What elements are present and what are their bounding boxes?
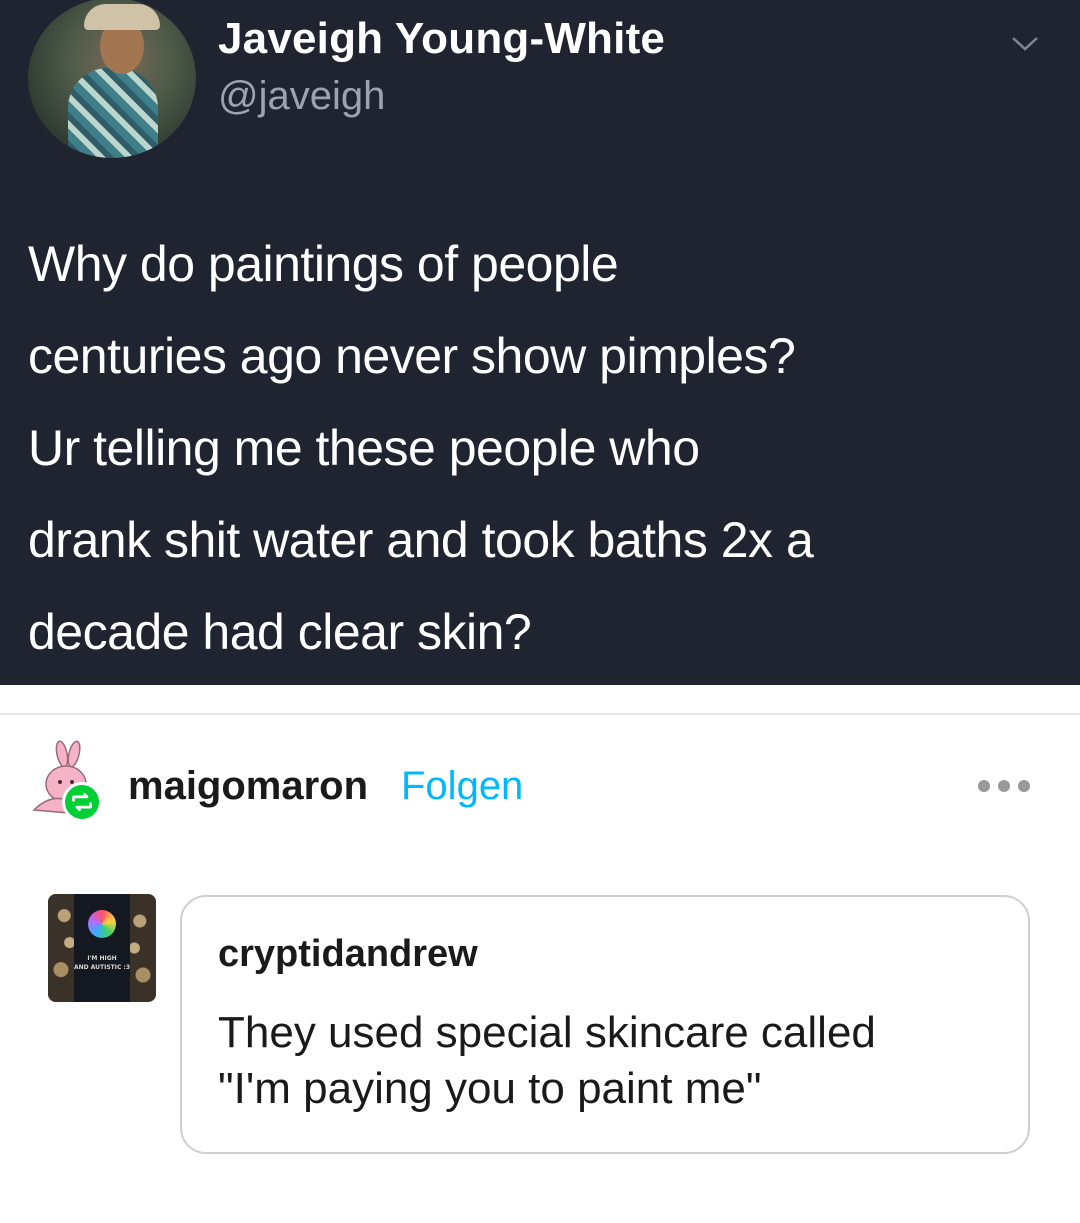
commenter-avatar[interactable]: I'M HIGH AND AUTISTIC :3 bbox=[48, 894, 156, 1002]
comment-text-line: They used special skincare called bbox=[218, 1008, 876, 1057]
chevron-down-icon bbox=[1012, 37, 1038, 51]
avatar-caption: I'M HIGH AND AUTISTIC :3 bbox=[72, 954, 132, 972]
avatar-caption-line: I'M HIGH bbox=[87, 955, 117, 962]
tweet-author-name: Javeigh Young-White bbox=[218, 14, 666, 63]
tweet-text: Why do paintings of people centuries ago… bbox=[28, 218, 1058, 678]
comment-text-line: "I'm paying you to paint me" bbox=[218, 1064, 762, 1113]
reblogger-username[interactable]: maigomaron bbox=[128, 764, 368, 809]
tweet-text-line: drank shit water and took baths 2x a bbox=[28, 512, 814, 568]
dot bbox=[1018, 780, 1030, 792]
tweet-text-line: centuries ago never show pimples? bbox=[28, 328, 796, 384]
reblog-icon bbox=[62, 782, 102, 822]
comment-text: They used special skincare called "I'm p… bbox=[218, 1005, 1008, 1117]
tweet-author-handle: @javeigh bbox=[218, 74, 386, 118]
smiley-icon bbox=[88, 910, 116, 938]
commenter-username[interactable]: cryptidandrew bbox=[218, 933, 478, 976]
avatar-shirt bbox=[68, 68, 158, 158]
avatar-hat bbox=[84, 4, 160, 30]
dot bbox=[998, 780, 1010, 792]
tweet-text-line: decade had clear skin? bbox=[28, 604, 532, 660]
tweet-text-line: Why do paintings of people bbox=[28, 236, 619, 292]
avatar-caption-line: AND AUTISTIC :3 bbox=[73, 964, 131, 971]
comment-bubble: cryptidandrew They used special skincare… bbox=[180, 895, 1030, 1154]
dot bbox=[978, 780, 990, 792]
divider bbox=[0, 713, 1080, 715]
tweet-author-avatar bbox=[28, 0, 196, 158]
tweet-text-line: Ur telling me these people who bbox=[28, 420, 700, 476]
more-options-icon[interactable] bbox=[978, 776, 1034, 796]
follow-button[interactable]: Folgen bbox=[401, 764, 523, 809]
embedded-tweet-image: Javeigh Young-White @javeigh Why do pain… bbox=[0, 0, 1080, 685]
